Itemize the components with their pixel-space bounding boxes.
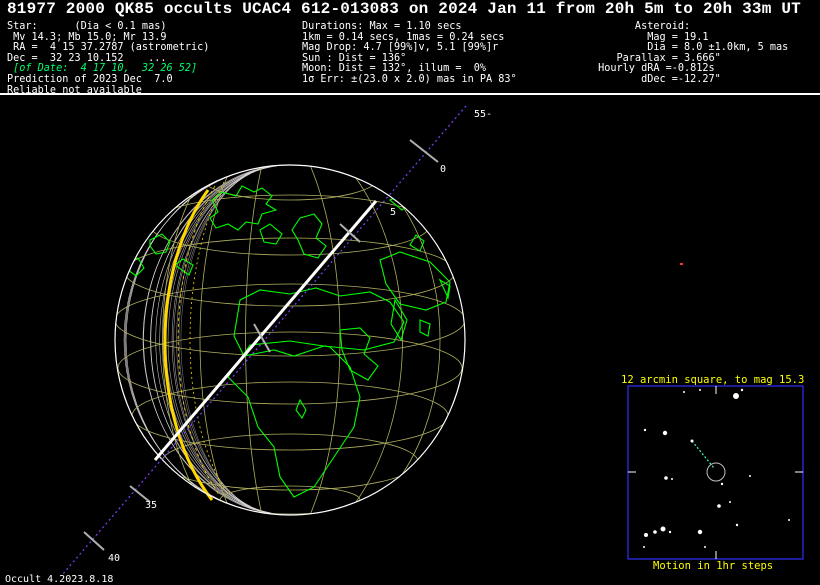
sky-chart-title: 12 arcmin square, to mag 15.3 — [621, 374, 805, 386]
target-circle — [706, 462, 726, 482]
footer-version: Occult 4.2023.8.18 — [5, 574, 114, 585]
path-label: 55- — [474, 109, 492, 120]
red-marker — [680, 263, 683, 265]
time-ticks — [83, 139, 439, 551]
sky-stars — [643, 388, 790, 548]
occultation-path — [153, 200, 378, 461]
globe-outline — [114, 164, 466, 516]
sky-chart — [627, 385, 804, 560]
globe-map: 55- 0 5 35 40 — [61, 105, 804, 576]
path-label: 5 — [390, 207, 396, 218]
path-label: 35 — [145, 500, 157, 511]
path-label: 40 — [108, 553, 120, 564]
sky-chart-motion: Motion in 1hr steps — [653, 560, 774, 572]
coordinate-grid — [115, 165, 465, 515]
path-label: 0 — [440, 164, 446, 175]
motion-track — [691, 440, 715, 469]
